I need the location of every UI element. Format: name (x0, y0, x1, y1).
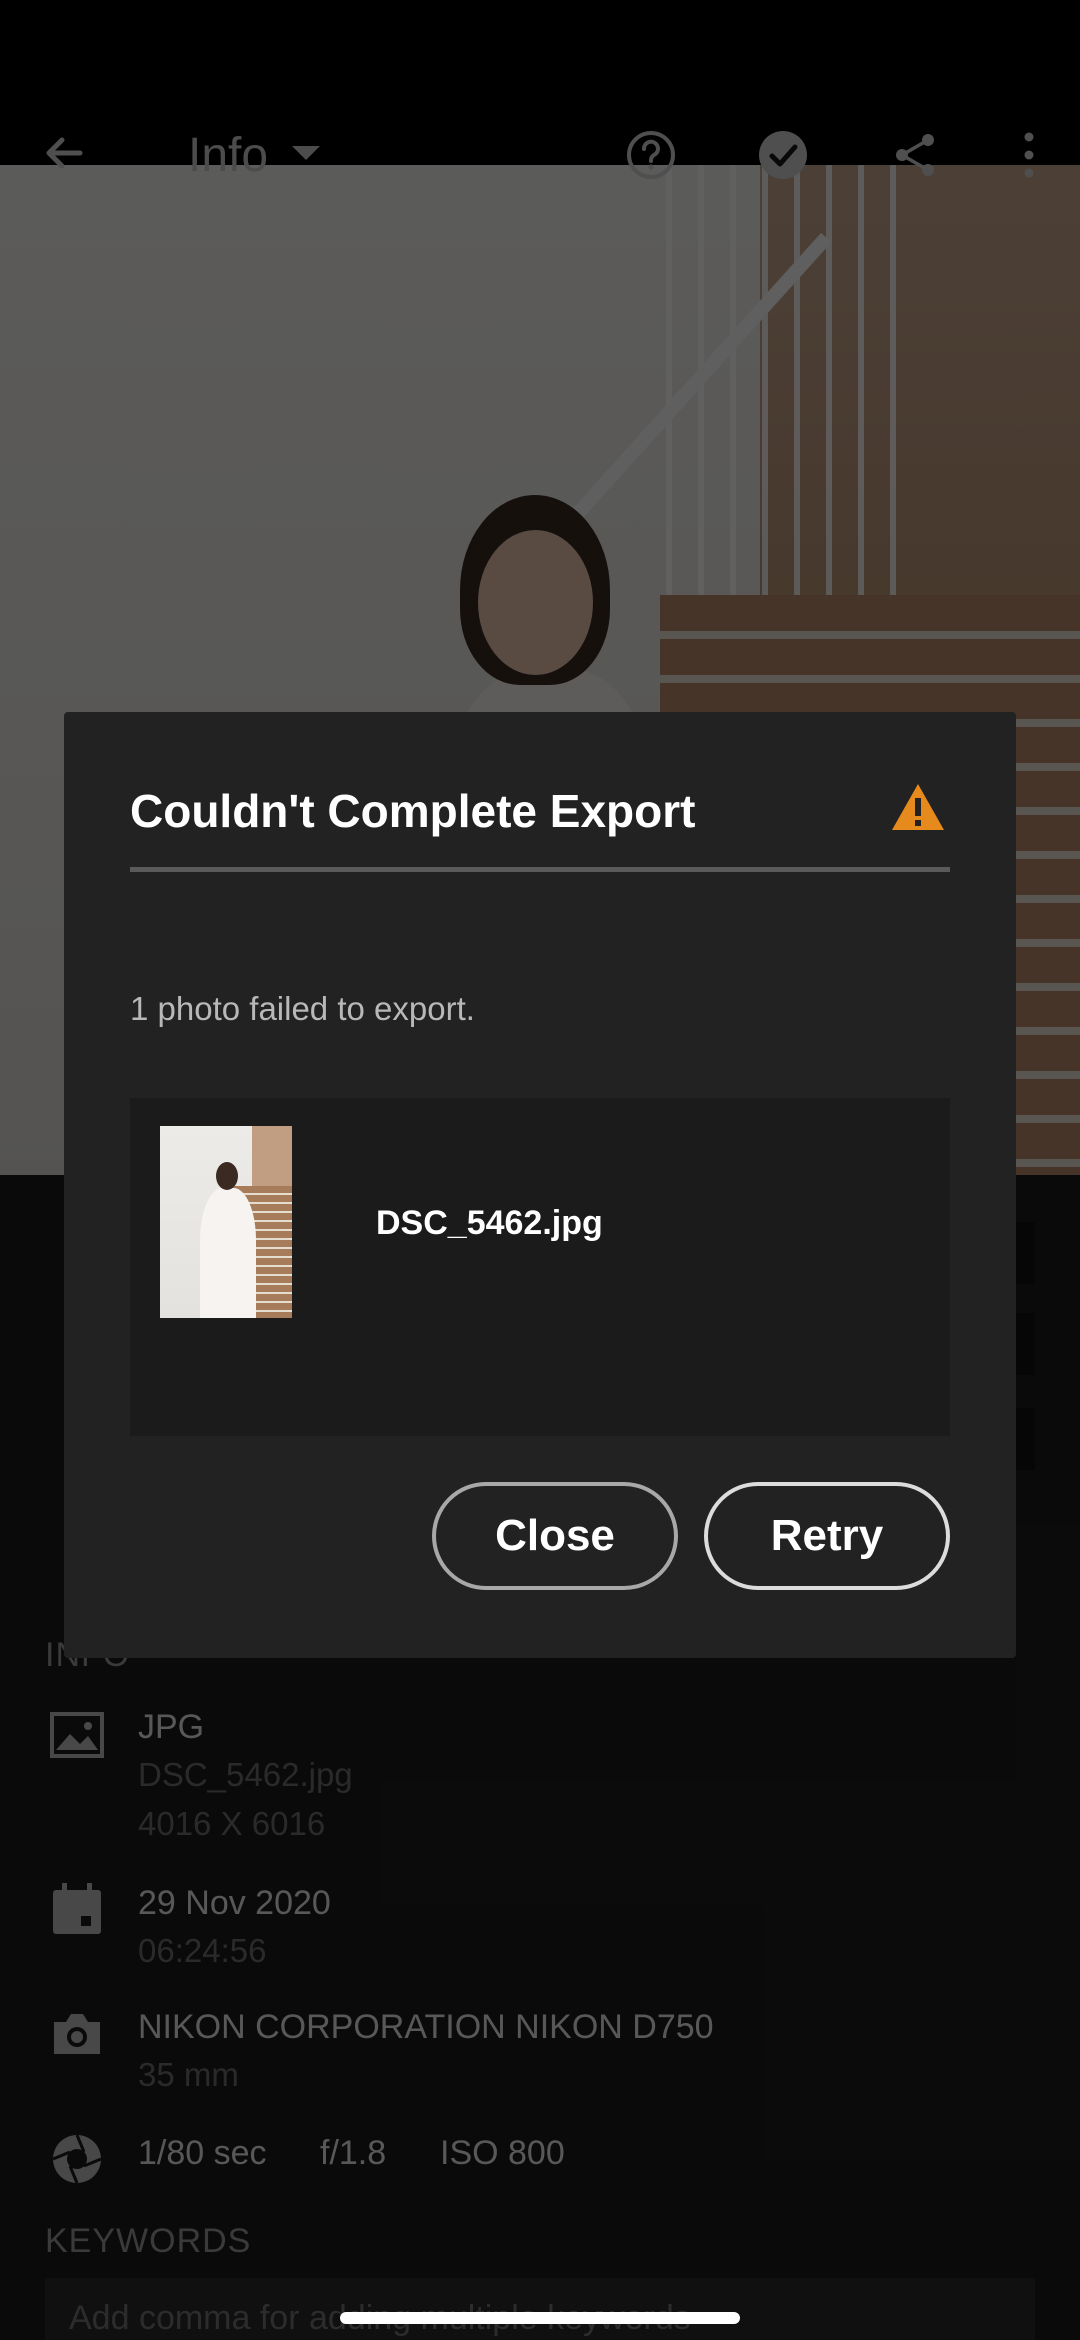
failed-file-list: DSC_5462.jpg (130, 1098, 950, 1436)
chevron-down-icon[interactable] (292, 146, 320, 160)
file-type: JPG (138, 1708, 205, 1746)
aperture-value: f/1.8 (320, 2134, 387, 2172)
file-dimensions: 4016 X 6016 (138, 1805, 326, 1842)
checkmark-icon[interactable] (756, 128, 810, 182)
dialog-divider (130, 867, 950, 872)
share-icon[interactable] (888, 128, 942, 182)
file-name: DSC_5462.jpg (138, 1756, 353, 1793)
home-indicator[interactable] (340, 2312, 740, 2324)
dialog-message: 1 photo failed to export. (130, 990, 475, 1027)
iso-value: ISO 800 (440, 2134, 565, 2172)
more-options-icon[interactable] (1002, 128, 1056, 182)
shutter-speed: 1/80 sec (138, 2134, 267, 2172)
calendar-icon (53, 1883, 101, 1934)
top-app-bar: Info (0, 110, 1080, 200)
capture-time: 06:24:56 (138, 1932, 267, 1969)
view-mode-title[interactable]: Info (188, 128, 268, 183)
dialog-title: Couldn't Complete Export (130, 785, 696, 837)
photo-thumbnail (160, 1126, 292, 1318)
camera-model: NIKON CORPORATION NIKON D750 (138, 2008, 714, 2046)
warning-icon (892, 784, 944, 830)
image-icon (50, 1712, 104, 1758)
camera-icon (54, 2014, 100, 2054)
aperture-icon (52, 2134, 102, 2184)
capture-date: 29 Nov 2020 (138, 1884, 331, 1922)
keywords-section-label: KEYWORDS (45, 2222, 252, 2260)
retry-button[interactable]: Retry (704, 1482, 950, 1590)
export-error-dialog: Couldn't Complete Export 1 photo failed … (64, 712, 1016, 1658)
focal-length: 35 mm (138, 2056, 239, 2093)
failed-file-name: DSC_5462.jpg (376, 1204, 603, 1242)
help-icon[interactable] (624, 128, 678, 182)
close-button[interactable]: Close (432, 1482, 678, 1590)
back-arrow-icon[interactable] (40, 128, 90, 178)
keywords-input[interactable] (45, 2278, 1035, 2340)
